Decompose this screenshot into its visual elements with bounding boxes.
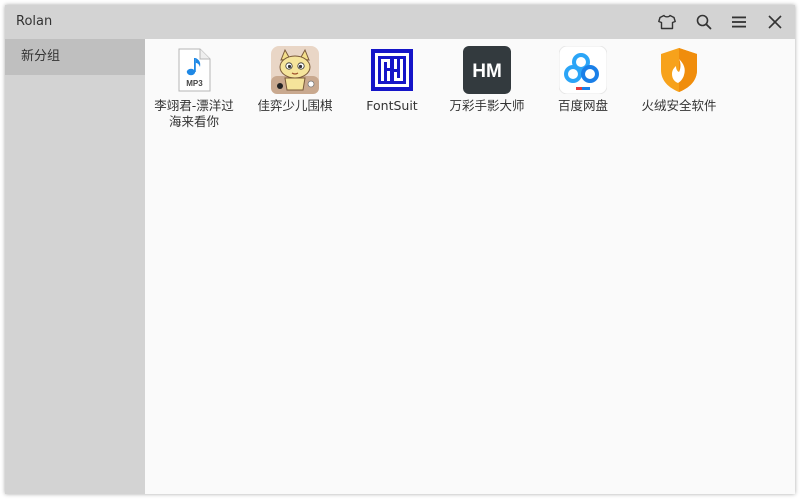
app-item-label: FontSuit (366, 98, 418, 113)
app-item-go-game[interactable]: 佳弈少儿围棋 (249, 45, 341, 114)
mp3-file-icon: MP3 (178, 48, 211, 92)
app-grid: MP3 李翊君-漂洋过海来看你 佳弈少儿围棋 FontSuit HM 万彩手影大… (145, 39, 795, 494)
menu-button[interactable] (722, 5, 756, 39)
title-bar[interactable]: Rolan (5, 5, 795, 39)
app-item-label: 百度网盘 (557, 98, 608, 113)
sidebar-group-item[interactable]: 新分组 (5, 39, 145, 75)
app-item-label: 火绒安全软件 (641, 98, 717, 113)
app-item-label: 万彩手影大师 (449, 98, 525, 113)
baidu-netdisk-icon (559, 46, 607, 94)
fontsuit-logo-icon (371, 49, 413, 91)
window-title: Rolan (16, 14, 53, 29)
huorong-shield-icon (661, 48, 697, 92)
skin-button[interactable] (650, 5, 684, 39)
app-item-wancai[interactable]: HM 万彩手影大师 (441, 45, 533, 114)
app-item-fontsuit[interactable]: FontSuit (346, 45, 438, 114)
close-button[interactable] (758, 5, 792, 39)
app-item-huorong[interactable]: 火绒安全软件 (633, 45, 725, 114)
sidebar: 新分组 (5, 39, 145, 494)
svg-text:HM: HM (472, 61, 502, 82)
hm-logo-icon: HM (463, 46, 511, 94)
app-item-label: 李翊君-漂洋过海来看你 (154, 98, 234, 129)
sidebar-group-label: 新分组 (21, 49, 61, 64)
cartoon-cat-icon (271, 46, 319, 94)
search-button[interactable] (687, 5, 721, 39)
close-icon (768, 15, 782, 29)
app-item-baidu-netdisk[interactable]: 百度网盘 (537, 45, 629, 114)
svg-text:MP3: MP3 (186, 79, 203, 88)
hamburger-icon (732, 16, 746, 28)
search-icon (696, 14, 712, 30)
app-item-label: 佳弈少儿围棋 (257, 98, 333, 113)
shirt-icon (658, 14, 676, 30)
app-window: Rolan 新分组 MP3 李翊君-漂洋过海来看你 佳弈少儿围棋 FontSui… (5, 5, 795, 494)
app-item-mp3[interactable]: MP3 李翊君-漂洋过海来看你 (148, 45, 240, 130)
